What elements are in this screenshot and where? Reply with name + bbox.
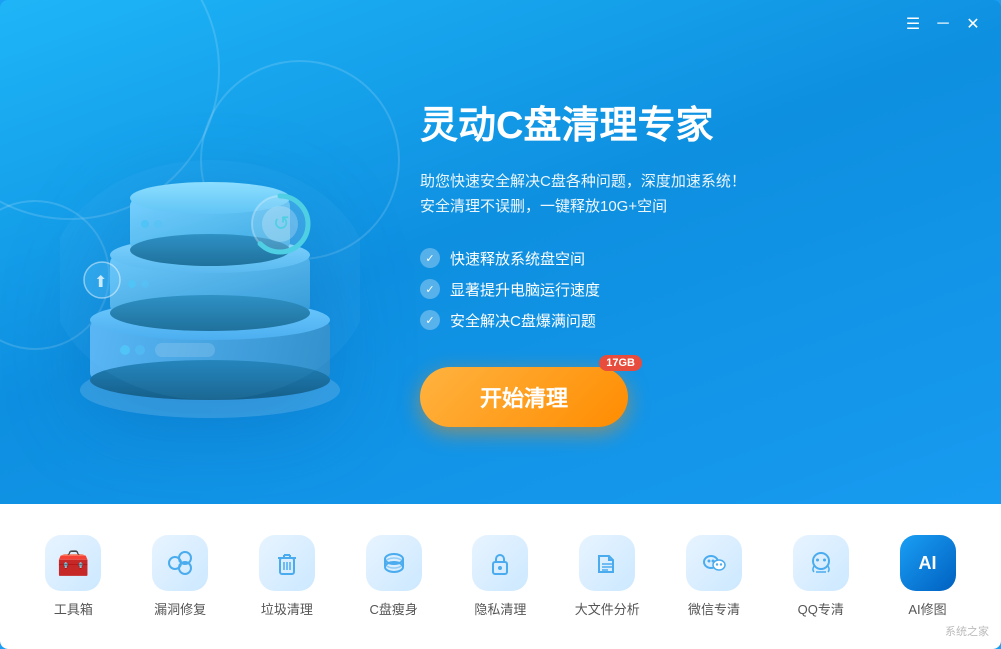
qq-label: QQ专清 xyxy=(798,599,844,618)
c-slim-icon xyxy=(366,535,422,591)
main-window: ☰ ─ ✕ xyxy=(0,0,1001,649)
ai-fix-label: AI修图 xyxy=(908,599,946,618)
app-title: 灵动C盘清理专家 xyxy=(420,94,941,149)
toolbox-label: 工具箱 xyxy=(54,599,93,618)
tool-item-privacy-clean[interactable]: 隐私清理 xyxy=(450,535,550,618)
server-svg: ↺ ⬆ xyxy=(60,80,360,440)
vuln-fix-label: 漏洞修复 xyxy=(154,599,206,618)
ai-fix-icon: AI xyxy=(900,535,956,591)
c-slim-label: C盘瘦身 xyxy=(369,599,417,618)
cta-badge: 17GB xyxy=(599,355,642,371)
watermark: 系统之家 xyxy=(945,623,989,639)
feature-item-2: ✓ 显著提升电脑运行速度 xyxy=(420,279,941,300)
feature-item-3: ✓ 安全解决C盘爆满问题 xyxy=(420,310,941,331)
main-content: ↺ ⬆ xyxy=(0,0,1001,500)
wechat-icon xyxy=(686,535,742,591)
tool-item-toolbox[interactable]: 🧰 工具箱 xyxy=(23,535,123,618)
bigfile-label: 大文件分析 xyxy=(575,599,640,618)
qq-icon xyxy=(793,535,849,591)
start-clean-button[interactable]: 开始清理 xyxy=(420,367,628,427)
close-button[interactable]: ✕ xyxy=(959,10,987,38)
tool-item-c-slim[interactable]: C盘瘦身 xyxy=(344,535,444,618)
toolbox-icon: 🧰 xyxy=(45,535,101,591)
privacy-clean-icon xyxy=(472,535,528,591)
hero-illustration: ↺ ⬆ xyxy=(40,50,380,470)
wechat-label: 微信专清 xyxy=(688,599,740,618)
tool-item-junk-clean[interactable]: 垃圾清理 xyxy=(237,535,337,618)
tool-item-wechat[interactable]: 微信专清 xyxy=(664,535,764,618)
bottom-toolbar: 🧰 工具箱 漏洞修复 xyxy=(0,504,1001,649)
bigfile-icon xyxy=(579,535,635,591)
minimize-button[interactable]: ─ xyxy=(929,10,957,38)
junk-clean-label: 垃圾清理 xyxy=(261,599,313,618)
feature-item-1: ✓ 快速释放系统盘空间 xyxy=(420,248,941,269)
features-list: ✓ 快速释放系统盘空间 ✓ 显著提升电脑运行速度 ✓ 安全解决C盘爆满问题 xyxy=(420,248,941,331)
check-icon-3: ✓ xyxy=(420,310,440,330)
check-icon-2: ✓ xyxy=(420,279,440,299)
junk-clean-icon xyxy=(259,535,315,591)
vuln-fix-icon xyxy=(152,535,208,591)
check-icon-1: ✓ xyxy=(420,248,440,268)
tool-item-vuln-fix[interactable]: 漏洞修复 xyxy=(130,535,230,618)
cta-wrapper: 17GB 开始清理 xyxy=(420,367,628,427)
app-subtitle: 助您快速安全解决C盘各种问题，深度加速系统！ 安全清理不误删，一键释放10G+空… xyxy=(420,169,941,220)
privacy-clean-label: 隐私清理 xyxy=(474,599,526,618)
hero-text-area: 灵动C盘清理专家 助您快速安全解决C盘各种问题，深度加速系统！ 安全清理不误删，… xyxy=(380,94,941,427)
tool-item-bigfile[interactable]: 大文件分析 xyxy=(557,535,657,618)
title-bar: ☰ ─ ✕ xyxy=(885,0,1001,48)
tool-item-ai-fix[interactable]: AI AI修图 xyxy=(878,535,978,618)
menu-button[interactable]: ☰ xyxy=(899,10,927,38)
tool-item-qq[interactable]: QQ专清 xyxy=(771,535,871,618)
